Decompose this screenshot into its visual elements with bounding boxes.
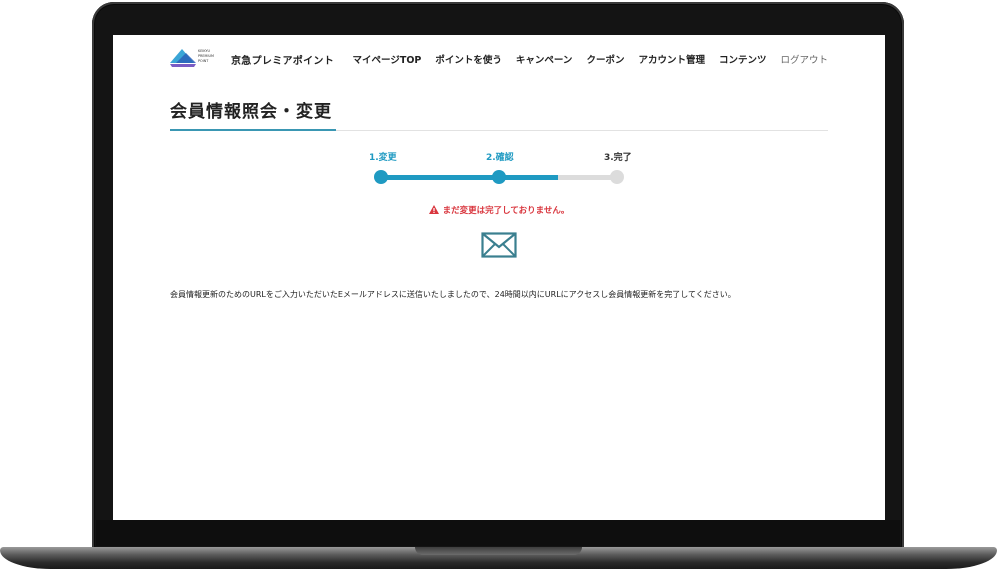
laptop-notch [415, 547, 582, 555]
step-label-complete: 3.完了 [604, 153, 632, 163]
svg-text:POINT: POINT [198, 59, 209, 63]
svg-text:PREMIUM: PREMIUM [198, 54, 214, 58]
nav-coupon[interactable]: クーポン [586, 52, 624, 66]
step-label-confirm: 2.確認 [486, 153, 514, 163]
nav-contents[interactable]: コンテンツ [719, 52, 767, 66]
nav-campaign[interactable]: キャンペーン [516, 52, 573, 66]
step-dot-change [374, 170, 388, 184]
step-dot-confirm [492, 170, 506, 184]
progress-fill [381, 175, 558, 180]
mail-icon [481, 232, 517, 258]
global-nav: マイページTOP ポイントを使う キャンペーン クーポン アカウント管理 コンテ… [353, 52, 828, 66]
warning-icon [428, 205, 439, 214]
nav-mypage-top[interactable]: マイページTOP [353, 52, 422, 66]
keikyu-logo-icon[interactable]: KEIKYU PREMIUM POINT [170, 47, 222, 67]
nav-account[interactable]: アカウント管理 [638, 52, 705, 66]
step-dot-complete [610, 170, 624, 184]
brand-name[interactable]: 京急プレミアポイント [231, 52, 334, 67]
nav-use-points[interactable]: ポイントを使う [435, 52, 502, 66]
laptop-mockup: KEIKYU PREMIUM POINT 京急プレミアポイント マイページTOP… [0, 0, 997, 572]
site-header: KEIKYU PREMIUM POINT 京急プレミアポイント マイページTOP… [113, 35, 885, 85]
logo-text: KEIKYU [198, 49, 211, 53]
nav-logout[interactable]: ログアウト [780, 52, 828, 66]
browser-screen: KEIKYU PREMIUM POINT 京急プレミアポイント マイページTOP… [113, 35, 885, 520]
step-label-change: 1.変更 [369, 153, 397, 163]
laptop-chin [96, 520, 900, 546]
warning-text: まだ変更は完了しておりません。 [442, 206, 570, 216]
page-title: 会員情報照会・変更 [170, 102, 332, 122]
email-sent-message: 会員情報更新のためのURLをご入力いただいたEメールアドレスに送信いたしましたの… [170, 290, 736, 299]
warning-notice: まだ変更は完了しておりません。 [113, 204, 885, 216]
title-divider-accent [170, 129, 336, 131]
